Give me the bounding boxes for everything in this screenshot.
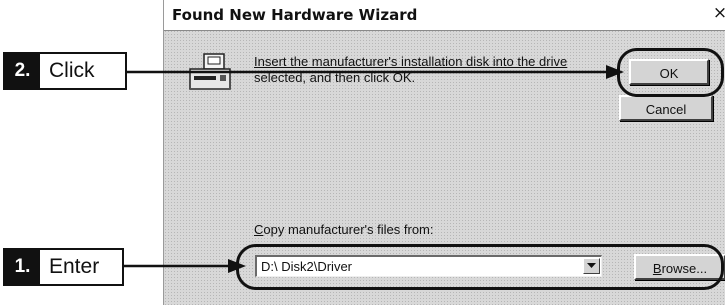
step-2-click-label: 2. Click bbox=[3, 52, 127, 90]
step-1-enter-label: 1. Enter bbox=[3, 248, 124, 286]
step-2-text: Click bbox=[49, 59, 95, 82]
step-2-number: 2. bbox=[5, 54, 40, 88]
click-arrow-head bbox=[606, 65, 624, 79]
enter-arrow-head bbox=[228, 259, 246, 273]
step-1-number: 1. bbox=[5, 250, 40, 284]
step-1-text: Enter bbox=[49, 255, 100, 278]
